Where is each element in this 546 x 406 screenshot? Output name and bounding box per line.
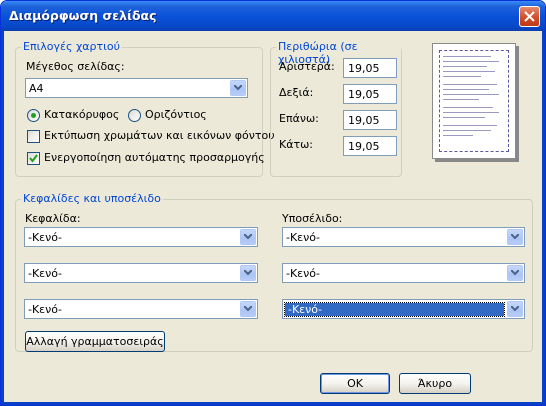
margins-group: Περιθώρια (σε χιλιοστά) Αριστερά: 19,05 …	[270, 40, 402, 177]
preview-text-line	[443, 107, 493, 108]
header-select-3[interactable]: -Κενό-	[24, 299, 258, 319]
chevron-down-icon[interactable]	[507, 301, 523, 317]
margin-right-input[interactable]: 19,05	[343, 84, 397, 104]
shrink-to-fit-label[interactable]: Ενεργοποίηση αυτόματης προσαρμογής	[44, 151, 265, 164]
margin-bottom-input[interactable]: 19,05	[343, 136, 397, 156]
footer-select-2[interactable]: -Κενό-	[282, 263, 525, 283]
margin-top-value: 19,05	[348, 114, 380, 127]
chevron-down-icon[interactable]	[240, 301, 256, 317]
print-background-checkbox[interactable]	[27, 130, 40, 143]
preview-text-line	[443, 130, 491, 131]
close-button[interactable]	[519, 6, 540, 27]
cancel-button[interactable]: Άκυρο	[399, 373, 471, 394]
preview-text-line	[443, 61, 499, 62]
print-background-label[interactable]: Εκτύπωση χρωμάτων και εικόνων φόντου	[44, 129, 275, 142]
page-size-label: Μέγεθος σελίδας:	[26, 60, 125, 73]
margin-left-value: 19,05	[348, 62, 380, 75]
footer-select-1[interactable]: -Κενό-	[282, 227, 525, 247]
preview-text-line	[443, 117, 485, 118]
footer-value-1: -Κενό-	[286, 231, 320, 244]
landscape-label[interactable]: Οριζόντιος	[145, 108, 207, 121]
headers-footers-title: Κεφαλίδες και υποσέλιδο	[21, 192, 163, 205]
preview-text-line	[443, 71, 495, 72]
chevron-down-icon[interactable]	[507, 265, 523, 281]
preview-text-line	[443, 89, 489, 90]
header-value-3: -Κενό-	[28, 303, 62, 316]
footer-select-3[interactable]: -Κενό-	[282, 299, 525, 319]
title-bar[interactable]: Διαμόρφωση σελίδας	[1, 1, 545, 31]
radio-selected-dot	[31, 113, 36, 118]
preview-text-line	[443, 84, 497, 85]
margin-left-label: Αριστερά:	[279, 60, 335, 73]
chevron-down-icon[interactable]	[230, 80, 246, 96]
window-title: Διαμόρφωση σελίδας	[9, 8, 157, 23]
footer-value-3: -Κενό-	[284, 302, 505, 317]
preview-text-line	[443, 76, 481, 77]
paper-options-title: Επιλογές χαρτιού	[21, 40, 122, 53]
ok-button[interactable]: OK	[320, 373, 390, 394]
close-icon	[524, 11, 535, 22]
shrink-to-fit-checkbox[interactable]	[27, 152, 40, 165]
portrait-radio[interactable]	[27, 109, 40, 122]
page-size-select[interactable]: A4	[25, 78, 248, 98]
page-preview	[432, 43, 516, 159]
chevron-down-icon[interactable]	[240, 265, 256, 281]
headers-footers-group: Κεφαλίδες και υποσέλιδο Κεφαλίδα: Υποσέλ…	[15, 192, 533, 352]
preview-text-line	[443, 99, 479, 100]
header-value-2: -Κενό-	[28, 267, 62, 280]
dialog-body: Επιλογές χαρτιού Μέγεθος σελίδας: A4 Κατ…	[1, 31, 545, 405]
portrait-label[interactable]: Κατακόρυφος	[44, 108, 119, 121]
change-font-button[interactable]: Αλλαγή γραμματοσειράς	[25, 331, 165, 352]
margin-bottom-label: Κάτω:	[279, 138, 314, 151]
header-label: Κεφαλίδα:	[25, 212, 81, 225]
preview-text-line	[443, 135, 473, 136]
page-setup-dialog: Διαμόρφωση σελίδας Επιλογές χαρτιού Μέγε…	[0, 0, 546, 406]
page-size-value: A4	[29, 82, 44, 95]
margin-bottom-value: 19,05	[348, 140, 380, 153]
preview-text-line	[443, 125, 497, 126]
footer-label: Υποσέλιδο:	[282, 212, 343, 225]
header-select-2[interactable]: -Κενό-	[24, 263, 258, 283]
chevron-down-icon[interactable]	[240, 229, 256, 245]
checkmark-icon	[29, 154, 38, 163]
preview-text-line	[443, 56, 491, 57]
margin-top-label: Επάνω:	[279, 112, 319, 125]
margin-right-value: 19,05	[348, 88, 380, 101]
preview-text-line	[443, 112, 499, 113]
chevron-down-icon[interactable]	[507, 229, 523, 245]
header-value-1: -Κενό-	[28, 231, 62, 244]
paper-options-group: Επιλογές χαρτιού Μέγεθος σελίδας: A4 Κατ…	[15, 40, 275, 177]
margin-left-input[interactable]: 19,05	[343, 58, 397, 78]
header-select-1[interactable]: -Κενό-	[24, 227, 258, 247]
preview-text-line	[443, 66, 487, 67]
margin-right-label: Δεξιά:	[279, 86, 314, 99]
footer-value-2: -Κενό-	[286, 267, 320, 280]
preview-text-line	[443, 94, 499, 95]
margin-top-input[interactable]: 19,05	[343, 110, 397, 130]
landscape-radio[interactable]	[128, 109, 141, 122]
